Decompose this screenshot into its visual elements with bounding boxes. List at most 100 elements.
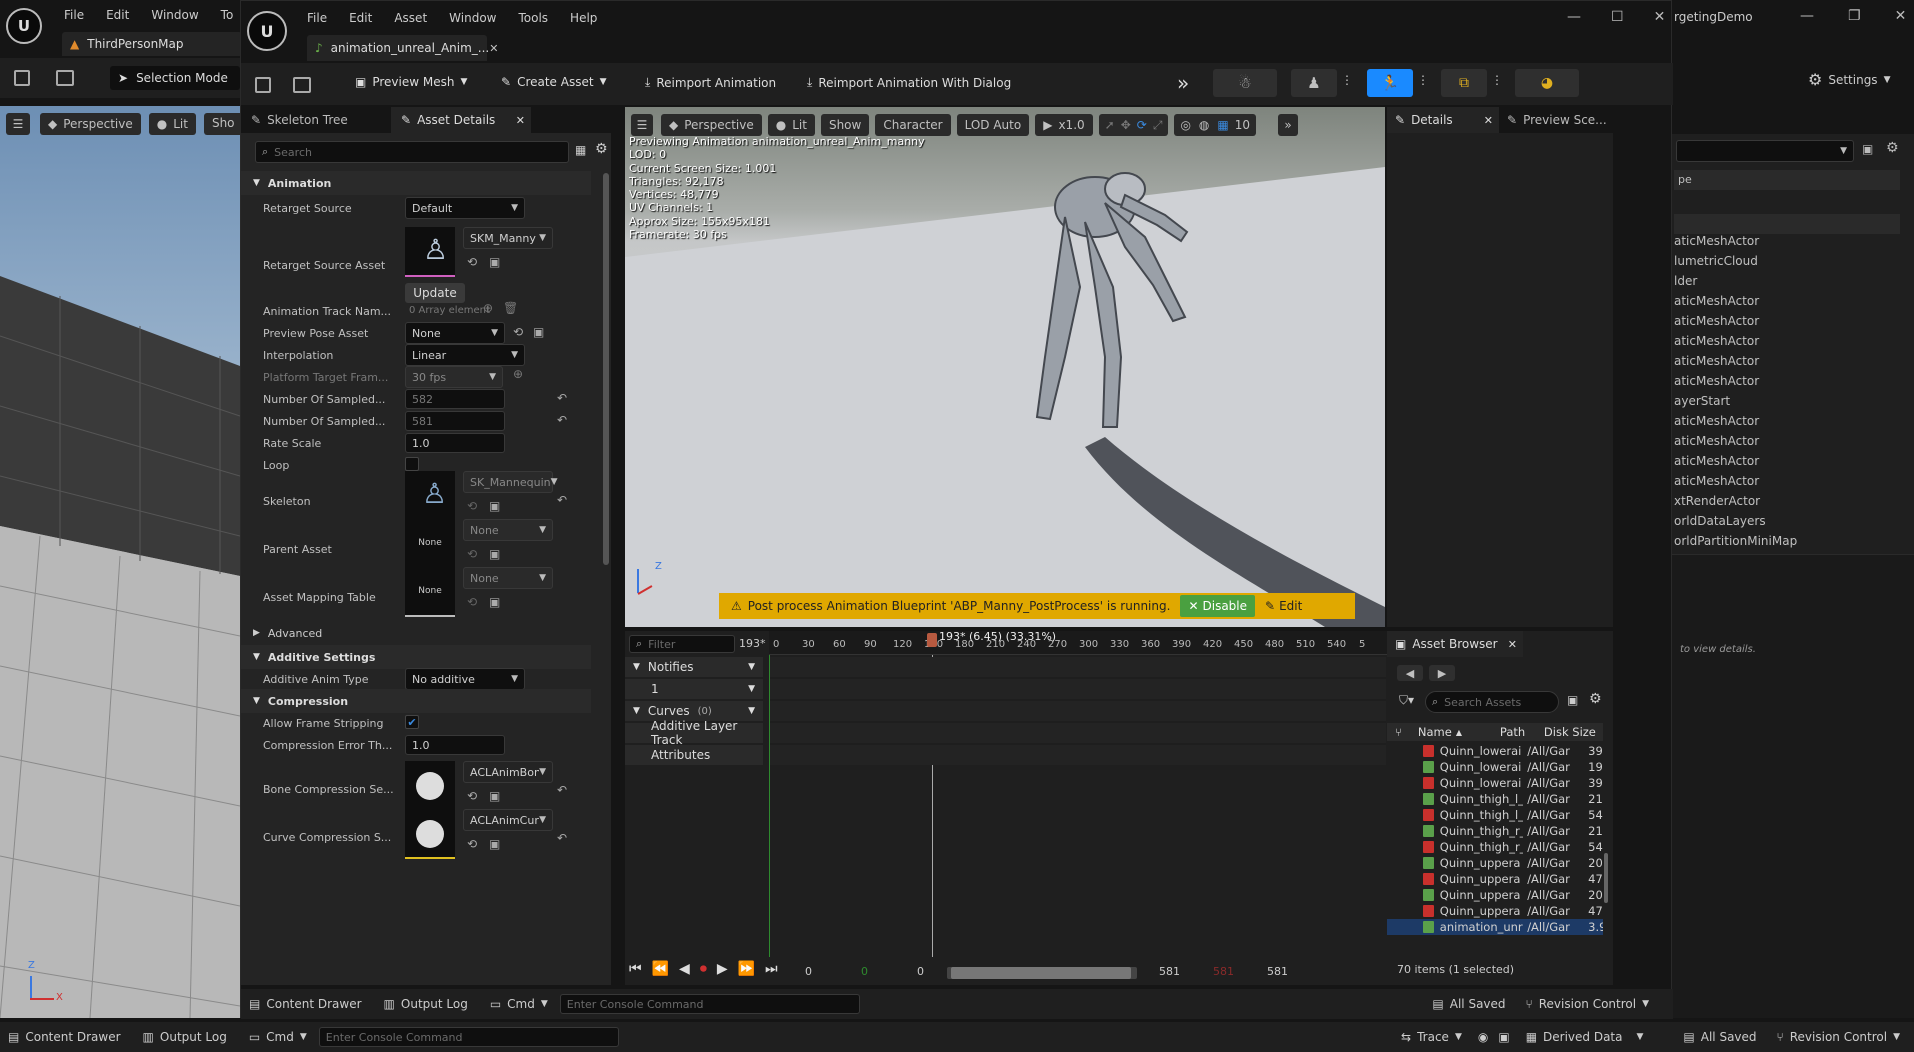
- anim-viewport[interactable]: ☰ ◆ Perspective ● Lit Show Character LOD A…: [625, 107, 1385, 627]
- minimize-icon[interactable]: —: [1800, 8, 1814, 24]
- timeline-filter-input[interactable]: ⌕ Filter: [629, 635, 735, 653]
- rotate-icon[interactable]: ⟳: [1137, 118, 1147, 132]
- kebab-icon[interactable]: ⋮: [1417, 73, 1429, 87]
- viewport-overflow-icon[interactable]: »: [1278, 114, 1299, 136]
- tab-skeleton-tree[interactable]: ✎ Skeleton Tree: [241, 107, 391, 133]
- asset-row[interactable]: Quinn_thigh_l_/All/Gar 544.549 K: [1387, 807, 1603, 823]
- range-start-green-value[interactable]: 0: [861, 965, 868, 978]
- animation-mode-icon[interactable]: 🏃: [1367, 69, 1413, 97]
- folder-icon[interactable]: ▣: [1567, 693, 1578, 707]
- maximize-icon[interactable]: ☐: [1611, 9, 1624, 25]
- bg-menu-file[interactable]: File: [64, 8, 84, 22]
- track-additive-layer[interactable]: Additive Layer Track: [625, 719, 763, 747]
- play-icon[interactable]: ▶: [717, 961, 728, 977]
- jump-start-icon[interactable]: ⏮: [629, 961, 642, 977]
- cmd-dropdown[interactable]: ▭ Cmd ▼: [490, 997, 548, 1011]
- kebab-icon[interactable]: ⋮: [1341, 73, 1353, 87]
- browse-folder-icon[interactable]: ▣: [533, 325, 544, 339]
- world-icon[interactable]: ◎: [1180, 118, 1190, 132]
- bg-menu-tools[interactable]: To: [221, 8, 234, 22]
- bg-menu-edit[interactable]: Edit: [106, 8, 129, 22]
- range-end-red-value[interactable]: 581: [1213, 965, 1234, 978]
- preview-pose-dropdown[interactable]: None ▼: [405, 322, 505, 344]
- surface-snap-icon[interactable]: ◍: [1199, 118, 1209, 132]
- physics-mode-icon[interactable]: ◕: [1515, 69, 1579, 97]
- menu-asset[interactable]: Asset: [394, 11, 427, 25]
- details-search-input[interactable]: ⌕ Search: [255, 141, 569, 163]
- section-animation[interactable]: ▼ Animation: [241, 171, 591, 195]
- asset-row[interactable]: Quinn_lowerai/All/Gar 390.165 K: [1387, 743, 1603, 759]
- outliner-item[interactable]: aticMeshActor: [1674, 414, 1759, 428]
- bg-perspective-button[interactable]: ◆ Perspective: [40, 113, 141, 135]
- step-back-icon[interactable]: ⏪: [652, 961, 669, 977]
- close-icon[interactable]: ✕: [1895, 8, 1907, 24]
- outliner-item[interactable]: aticMeshActor: [1674, 434, 1759, 448]
- browse-folder-icon[interactable]: ▣: [489, 789, 500, 803]
- add-element-icon[interactable]: ⊕: [483, 301, 493, 315]
- bg-derived-data-button[interactable]: ▦ Derived Data ▼: [1526, 1030, 1644, 1044]
- timeline-ruler[interactable]: 0 30 60 90 120 150 180 210 240 270 300 3…: [769, 630, 1387, 655]
- bg-map-tab[interactable]: ▲ ThirdPersonMap: [62, 32, 242, 56]
- menu-edit[interactable]: Edit: [349, 11, 372, 25]
- bg-show-button[interactable]: Sho: [203, 113, 240, 135]
- section-advanced[interactable]: ▶ Advanced: [241, 623, 591, 643]
- save-icon[interactable]: [14, 70, 30, 86]
- play-reverse-icon[interactable]: ◀: [679, 961, 690, 977]
- use-selected-icon[interactable]: ⟲: [467, 255, 477, 269]
- timeline-scrollbar[interactable]: [947, 967, 1137, 979]
- restore-icon[interactable]: ❐: [1848, 8, 1861, 24]
- select-icon[interactable]: ➚: [1105, 118, 1115, 132]
- menu-window[interactable]: Window: [449, 11, 496, 25]
- details-scrollbar[interactable]: [603, 173, 609, 565]
- add-folder-icon[interactable]: ▣: [1862, 142, 1873, 156]
- save-icon[interactable]: [255, 77, 271, 93]
- bg-revision-control-button[interactable]: ⑂ Revision Control ▼: [1777, 1030, 1900, 1044]
- revision-control-button[interactable]: ⑂ Revision Control ▼: [1526, 997, 1649, 1011]
- grid-snap-icon[interactable]: ▦: [1217, 118, 1228, 132]
- use-selected-icon[interactable]: ⟲: [467, 837, 477, 851]
- asset-row[interactable]: Quinn_thigh_r_/All/Gar 213.492 K: [1387, 823, 1603, 839]
- minimize-icon[interactable]: —: [1567, 9, 1581, 25]
- back-arrow-icon[interactable]: ◀: [1397, 665, 1423, 681]
- disable-button[interactable]: ✕ Disable: [1180, 595, 1256, 617]
- use-selected-icon[interactable]: ⟲: [467, 789, 477, 803]
- skeleton-dropdown[interactable]: SK_Mannequin ▼: [463, 471, 558, 493]
- record-icon[interactable]: ⏺: [700, 961, 707, 977]
- playback-speed-button[interactable]: ▶ x1.0: [1035, 114, 1093, 136]
- browse-icon[interactable]: [56, 70, 74, 86]
- track-notifies[interactable]: ▼ Notifies ▼: [625, 657, 763, 677]
- browse-icon[interactable]: [293, 77, 311, 93]
- outliner-item[interactable]: lumetricCloud: [1674, 254, 1758, 268]
- outliner-item[interactable]: xtRenderActor: [1674, 494, 1760, 508]
- reimport-animation-button[interactable]: ⤓ Reimport Animation: [645, 75, 776, 90]
- skeleton-mode-icon[interactable]: ☃: [1213, 69, 1277, 97]
- menu-file[interactable]: File: [307, 11, 327, 25]
- menu-tools[interactable]: Tools: [518, 11, 548, 25]
- camera-icon[interactable]: ▣: [1498, 1030, 1509, 1044]
- bg-level-viewport[interactable]: ☰ ◆ Perspective ● Lit Sho Z X: [0, 106, 240, 1018]
- forward-arrow-icon[interactable]: ▶: [1429, 665, 1455, 681]
- kebab-icon[interactable]: ⋮: [1491, 73, 1503, 87]
- reset-icon[interactable]: ↶: [557, 831, 567, 845]
- additive-type-dropdown[interactable]: No additive ▼: [405, 668, 525, 690]
- playhead-marker[interactable]: [927, 633, 937, 647]
- reset-icon[interactable]: ↶: [557, 413, 567, 427]
- reset-icon[interactable]: ↶: [557, 493, 567, 507]
- asset-search-input[interactable]: ⌕ Search Assets: [1425, 691, 1559, 713]
- step-forward-icon[interactable]: ⏩: [738, 961, 755, 977]
- reset-icon[interactable]: ↶: [557, 783, 567, 797]
- bg-menu-window[interactable]: Window: [151, 8, 198, 22]
- tab-details[interactable]: ✎ Details ✕: [1387, 107, 1499, 133]
- view-position-value[interactable]: 0: [917, 965, 924, 978]
- delete-icon[interactable]: 🗑: [503, 301, 518, 315]
- mesh-mode-icon[interactable]: ♟: [1291, 69, 1337, 97]
- bg-all-saved-button[interactable]: ▤ All Saved: [1683, 1030, 1756, 1044]
- outliner-settings-icon[interactable]: ⚙: [1886, 140, 1899, 156]
- tab-preview-scene[interactable]: ✎ Preview Sce...: [1499, 107, 1613, 133]
- edit-button[interactable]: ✎ Edit: [1265, 599, 1302, 613]
- bg-lit-button[interactable]: ● Lit: [148, 113, 196, 135]
- outliner-item[interactable]: aticMeshActor: [1674, 454, 1759, 468]
- reimport-dialog-button[interactable]: ⤓ Reimport Animation With Dialog: [807, 75, 1011, 90]
- hamburger-icon[interactable]: ☰: [6, 113, 30, 135]
- compression-error-field[interactable]: 1.0: [405, 735, 505, 755]
